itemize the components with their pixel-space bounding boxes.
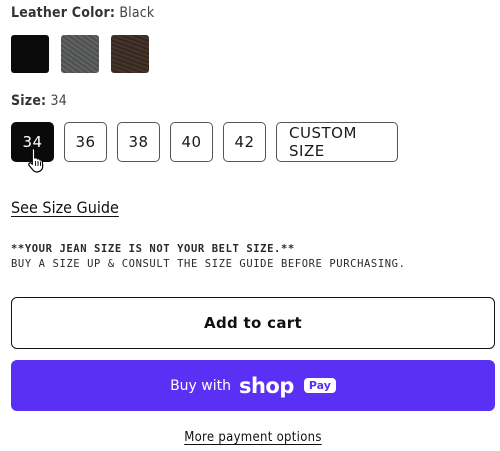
color-swatches	[11, 35, 149, 73]
shop-logo: shop	[238, 373, 294, 398]
size-option-36[interactable]: 36	[64, 122, 107, 162]
size-option-custom[interactable]: CUSTOM SIZE	[276, 122, 398, 162]
add-to-cart-button[interactable]: Add to cart	[11, 297, 495, 349]
swatch-black[interactable]	[11, 35, 49, 73]
swatch-brown[interactable]	[111, 35, 149, 73]
belt-size-warning: **YOUR JEAN SIZE IS NOT YOUR BELT SIZE.*…	[11, 243, 295, 255]
size-option-42[interactable]: 42	[223, 122, 266, 162]
size-option-40[interactable]: 40	[170, 122, 213, 162]
more-payment-options-link[interactable]: More payment options	[0, 430, 500, 445]
hand-pointer-icon	[28, 147, 44, 173]
size-label: Size: 34	[11, 93, 67, 109]
leather-color-label: Leather Color: Black	[11, 5, 154, 21]
buy-with-label: Buy with	[170, 377, 231, 394]
size-key: Size:	[11, 93, 47, 109]
buy-with-shop-pay-button[interactable]: Buy with shop Pay	[11, 360, 495, 411]
size-value: 34	[50, 93, 67, 109]
size-options: 34 36 38 40 42 CUSTOM SIZE	[11, 122, 398, 162]
size-up-advice: BUY A SIZE UP & CONSULT THE SIZE GUIDE B…	[11, 258, 406, 270]
swatch-gray[interactable]	[61, 35, 99, 73]
leather-color-value: Black	[119, 5, 155, 21]
pay-badge: Pay	[303, 378, 336, 393]
size-option-38[interactable]: 38	[117, 122, 160, 162]
leather-color-key: Leather Color:	[11, 5, 116, 21]
size-guide-link[interactable]: See Size Guide	[11, 198, 119, 217]
